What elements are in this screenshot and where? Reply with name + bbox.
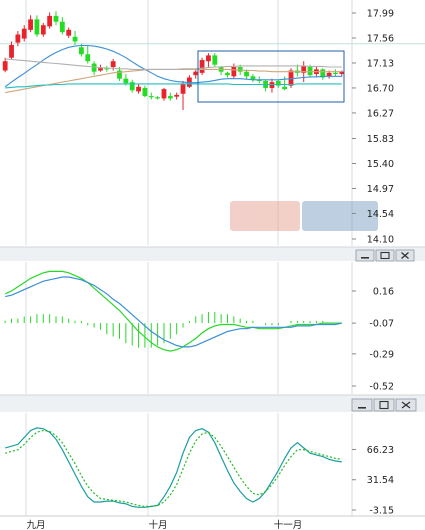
kdj-minimize-button[interactable] — [351, 398, 373, 412]
time-axis-label: 九月 — [26, 519, 45, 530]
price-tick-label: 17.56 — [367, 33, 394, 44]
blurred-watermark — [230, 201, 378, 231]
minimize-icon — [358, 407, 366, 409]
price-tick-label: 16.70 — [367, 83, 394, 94]
kdj-tick-label: 66.23 — [367, 445, 394, 456]
candlestick — [199, 57, 205, 76]
minimize-icon — [361, 257, 369, 259]
macd-tick-label: 0.16 — [373, 286, 394, 297]
macd-close-button[interactable] — [395, 249, 415, 262]
price-tick-label: 14.54 — [367, 209, 394, 220]
time-axis-label: 十一月 — [274, 519, 303, 530]
kdj-restore-button[interactable] — [373, 398, 395, 412]
kdj-tick-label: -3.15 — [369, 506, 394, 517]
macd-tick-label: -0.29 — [369, 349, 394, 360]
macd-panel-header — [0, 246, 425, 262]
kdj-tick-label: 31.54 — [367, 475, 394, 486]
kdj-close-button[interactable] — [395, 398, 417, 412]
kdj-panel-header — [0, 394, 425, 412]
price-tick-label: 17.13 — [367, 58, 394, 69]
price-tick-label: 15.83 — [367, 134, 394, 145]
background — [0, 0, 425, 530]
price-tick-label: 16.27 — [367, 108, 394, 119]
macd-tick-label: -0.52 — [369, 382, 394, 393]
price-tick-label: 14.10 — [367, 235, 394, 246]
price-tick-label: 14.97 — [367, 184, 394, 195]
price-tick-label: 15.40 — [367, 159, 394, 170]
macd-minimize-button[interactable] — [355, 249, 375, 262]
macd-restore-button[interactable] — [375, 249, 395, 262]
time-axis-label: 十月 — [148, 519, 167, 530]
price-tick-label: 17.99 — [367, 9, 394, 20]
stock-chart: 17.99 17.56 17.13 16.70 16.27 15.83 15.40 14.97… — [0, 0, 425, 530]
macd-tick-label: -0.07 — [369, 319, 394, 330]
